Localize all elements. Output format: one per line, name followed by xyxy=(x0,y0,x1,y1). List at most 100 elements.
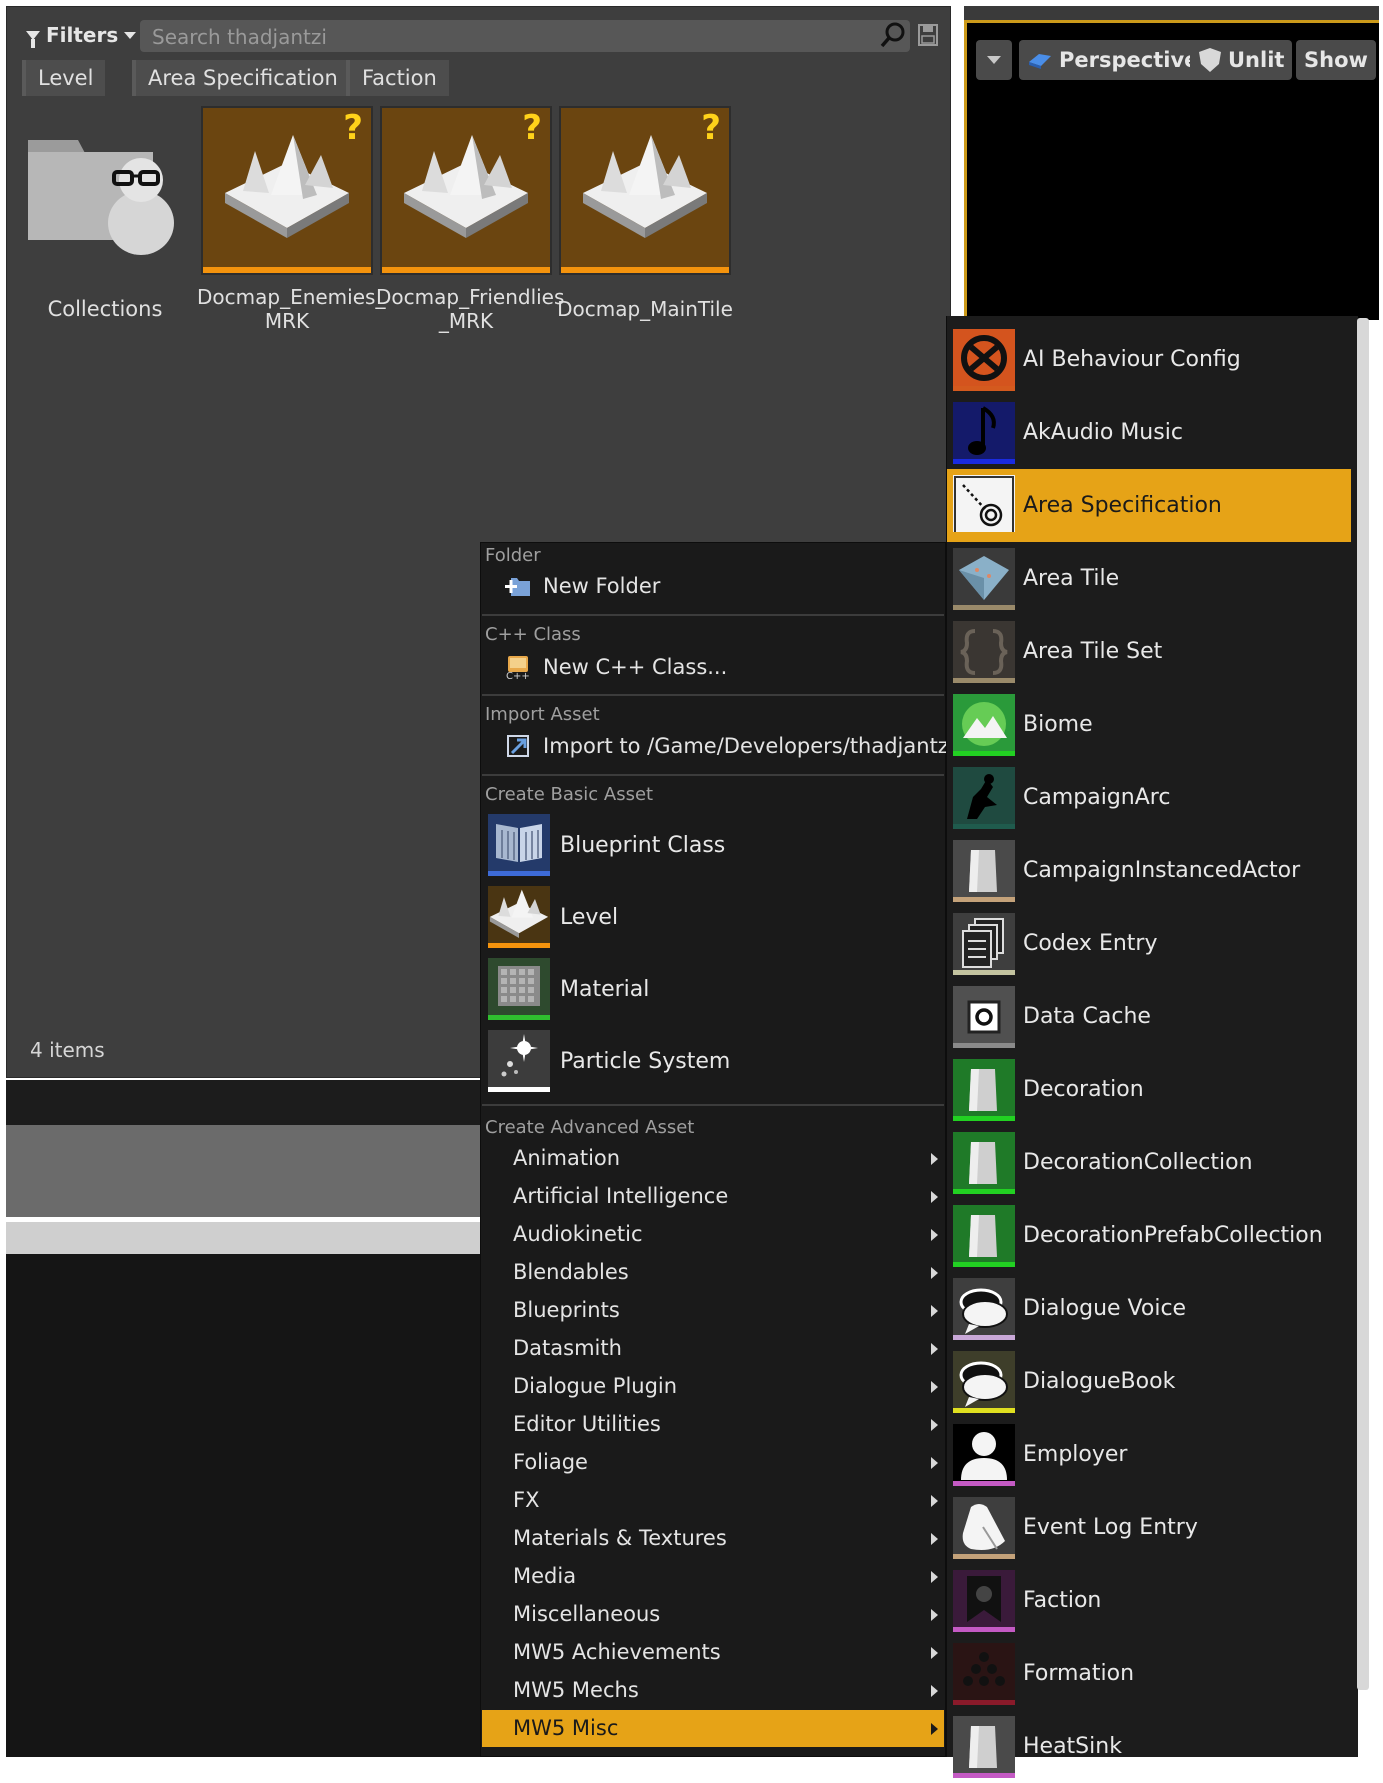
data-cache-icon-glyph xyxy=(953,985,1015,1048)
menu-item-label: FX xyxy=(513,1488,540,1512)
menu-item-mw5-achievements[interactable]: MW5 Achievements xyxy=(482,1634,944,1671)
collections-folder-icon[interactable] xyxy=(28,130,180,270)
asset-tile-docmap-maintile[interactable]: ? xyxy=(561,108,729,273)
menu-item-mw5-mechs[interactable]: MW5 Mechs xyxy=(482,1672,944,1709)
menu-item-label: MW5 Mechs xyxy=(513,1678,639,1702)
menu-item-artificial-intelligence[interactable]: Artificial Intelligence xyxy=(482,1178,944,1215)
submenu-item-label: AI Behaviour Config xyxy=(1023,347,1241,372)
show-button[interactable]: Show xyxy=(1296,40,1376,80)
submenu-item-campaigninstancedactor[interactable]: CampaignInstancedActor xyxy=(947,834,1351,907)
blueprint-icon xyxy=(488,814,550,876)
menu-item-materials-and-textures[interactable]: Materials & Textures xyxy=(482,1520,944,1557)
submenu-scrollbar[interactable] xyxy=(1357,318,1369,1690)
asset-type-stripe xyxy=(953,677,1015,683)
submenu-item-label: DecorationCollection xyxy=(1023,1150,1253,1175)
perspective-label: Perspective xyxy=(1059,48,1199,72)
menu-item-particle-system[interactable]: Particle System xyxy=(488,1029,730,1093)
menu-item-new-cpp-class[interactable]: C++ New C++ Class... xyxy=(505,654,727,680)
collections-label: Collections xyxy=(47,297,163,321)
menu-item-mw5-misc[interactable]: MW5 Misc xyxy=(482,1710,944,1747)
search-icon[interactable] xyxy=(880,22,906,48)
menu-item-datasmith[interactable]: Datasmith xyxy=(482,1330,944,1367)
search-field[interactable] xyxy=(140,20,910,54)
submenu-item-decoration[interactable]: Decoration xyxy=(947,1053,1351,1126)
material-label: Material xyxy=(560,976,650,1002)
asset-type-stripe xyxy=(953,750,1015,756)
area-spec-icon xyxy=(953,474,1015,537)
menu-item-dialogue-plugin[interactable]: Dialogue Plugin xyxy=(482,1368,944,1405)
filters-button[interactable]: Filters xyxy=(18,20,144,50)
chevron-right-icon xyxy=(931,1457,938,1469)
chevron-down-icon xyxy=(987,56,1001,64)
unlit-button[interactable]: Unlit xyxy=(1190,40,1293,80)
unlit-label: Unlit xyxy=(1228,48,1285,72)
chevron-right-icon xyxy=(931,1533,938,1545)
area-tile-set-icon xyxy=(953,620,1015,683)
asset-tile-docmap-enemies[interactable]: ? xyxy=(203,108,371,273)
submenu-item-event-log-entry[interactable]: Event Log Entry xyxy=(947,1491,1351,1564)
menu-item-editor-utilities[interactable]: Editor Utilities xyxy=(482,1406,944,1443)
menu-item-animation[interactable]: Animation xyxy=(482,1140,944,1177)
heatsink-icon xyxy=(953,1715,1015,1778)
viewport-tabbar xyxy=(964,6,1379,20)
viewport-options-button[interactable] xyxy=(976,40,1012,80)
submenu-item-formation[interactable]: Formation xyxy=(947,1637,1351,1710)
submenu-item-codex-entry[interactable]: Codex Entry xyxy=(947,907,1351,980)
asset-tile-docmap-friendlies[interactable]: ? xyxy=(382,108,550,273)
submenu-item-area-tile-set[interactable]: Area Tile Set xyxy=(947,615,1351,688)
asset-type-stripe xyxy=(953,1553,1015,1559)
particle-spark-icon xyxy=(501,1034,538,1077)
filter-chip-faction[interactable]: Faction xyxy=(346,60,449,96)
asset-type-stripe xyxy=(953,385,1015,391)
music-note-icon-glyph xyxy=(953,401,1015,464)
asset-type-stripe xyxy=(953,1334,1015,1340)
save-search-icon[interactable] xyxy=(918,24,938,46)
submenu-item-decorationcollection[interactable]: DecorationCollection xyxy=(947,1126,1351,1199)
menu-item-blendables[interactable]: Blendables xyxy=(482,1254,944,1291)
asset-label-line2: MRK xyxy=(264,309,310,333)
submenu-item-area-tile[interactable]: Area Tile xyxy=(947,542,1351,615)
submenu-item-data-cache[interactable]: Data Cache xyxy=(947,980,1351,1053)
import-label: Import to /Game/Developers/thadjantzi... xyxy=(543,734,975,758)
menu-item-audiokinetic[interactable]: Audiokinetic xyxy=(482,1216,944,1253)
menu-item-material[interactable]: Material xyxy=(488,957,649,1021)
menu-item-fx[interactable]: FX xyxy=(482,1482,944,1519)
submenu-item-dialoguebook[interactable]: DialogueBook xyxy=(947,1345,1351,1418)
menu-item-level[interactable]: Level xyxy=(488,885,618,949)
menu-item-label: Datasmith xyxy=(513,1336,622,1360)
submenu-item-label: Area Tile Set xyxy=(1023,639,1163,664)
perspective-button[interactable]: Perspective xyxy=(1019,40,1207,80)
menu-item-miscellaneous[interactable]: Miscellaneous xyxy=(482,1596,944,1633)
search-input[interactable] xyxy=(150,20,854,54)
submenu-item-decorationprefabcollection[interactable]: DecorationPrefabCollection xyxy=(947,1199,1351,1272)
submenu-item-campaignarc[interactable]: CampaignArc xyxy=(947,761,1351,834)
menu-item-blueprint-class[interactable]: Blueprint Class xyxy=(488,813,725,877)
menu-item-label: Media xyxy=(513,1564,577,1588)
area-tile-icon-glyph xyxy=(953,547,1015,610)
menu-item-new-folder[interactable]: New Folder xyxy=(505,574,660,598)
filter-chip-area-specification[interactable]: Area Specification xyxy=(132,60,350,96)
menu-item-label: Miscellaneous xyxy=(513,1602,661,1626)
asset-label-line1: Docmap_Friendlies xyxy=(376,285,565,309)
submenu-item-area-specification[interactable]: Area Specification xyxy=(947,469,1351,542)
menu-item-blueprints[interactable]: Blueprints xyxy=(482,1292,944,1329)
codex-icon xyxy=(953,912,1015,975)
submenu-item-ai-behaviour-config[interactable]: AI Behaviour Config xyxy=(947,323,1351,396)
submenu-item-label: CampaignArc xyxy=(1023,785,1171,810)
submenu-item-heatsink[interactable]: HeatSink xyxy=(947,1710,1351,1783)
chevron-right-icon xyxy=(931,1229,938,1241)
submenu-item-employer[interactable]: Employer xyxy=(947,1418,1351,1491)
menu-item-media[interactable]: Media xyxy=(482,1558,944,1595)
menu-item-import[interactable]: Import to /Game/Developers/thadjantzi... xyxy=(505,734,975,758)
menu-item-foliage[interactable]: Foliage xyxy=(482,1444,944,1481)
filter-chip-level[interactable]: Level xyxy=(22,60,106,96)
submenu-item-biome[interactable]: Biome xyxy=(947,688,1351,761)
submenu-item-dialogue-voice[interactable]: Dialogue Voice xyxy=(947,1272,1351,1345)
submenu-item-faction[interactable]: Faction xyxy=(947,1564,1351,1637)
import-icon xyxy=(507,735,529,757)
chevron-right-icon xyxy=(931,1647,938,1659)
submenu-item-label: Employer xyxy=(1023,1442,1128,1467)
new-folder-label: New Folder xyxy=(543,574,661,598)
new-folder-icon xyxy=(505,578,530,596)
submenu-item-akaudio-music[interactable]: AkAudio Music xyxy=(947,396,1351,469)
